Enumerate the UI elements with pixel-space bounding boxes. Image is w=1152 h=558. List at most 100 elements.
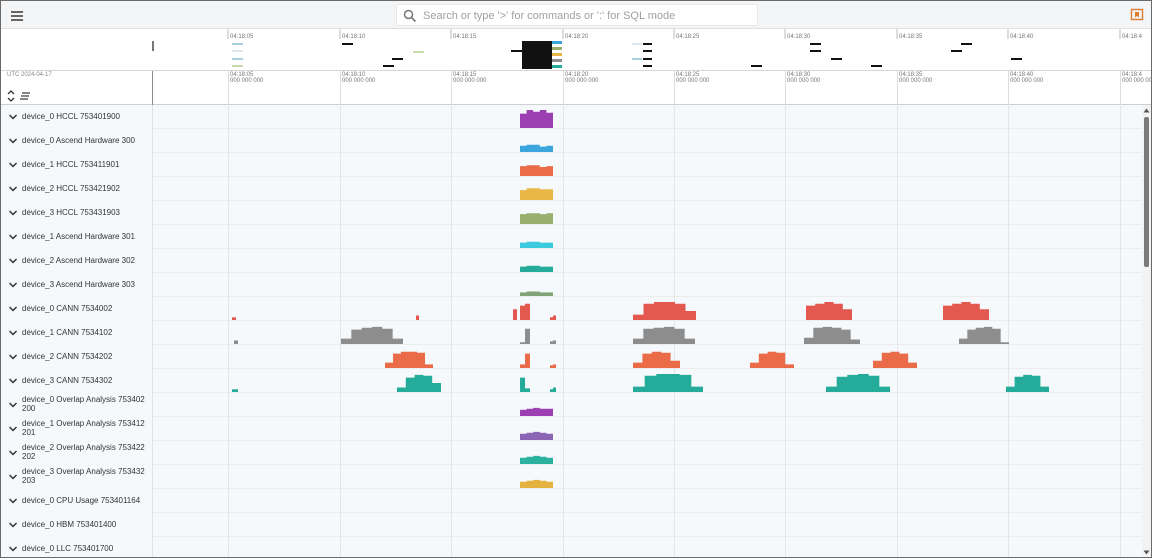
- overview-canvas[interactable]: 04:18:05 04:18:10 04:18:15 04:18:20 04:18:25…: [1, 29, 1151, 71]
- counter-area[interactable]: [633, 374, 703, 392]
- track-row[interactable]: device_1 Overlap Analysis 753412201: [1, 417, 1142, 441]
- track-row[interactable]: device_2 HCCL 753421902: [1, 177, 1142, 201]
- chevron-down-icon[interactable]: [8, 160, 18, 170]
- counter-area[interactable]: [520, 377, 530, 392]
- counter-area[interactable]: [1006, 374, 1049, 392]
- track-row[interactable]: device_0 Ascend Hardware 300: [1, 129, 1142, 153]
- track-shell[interactable]: device_1 Overlap Analysis 753412201: [1, 417, 153, 441]
- chevron-down-icon[interactable]: [8, 520, 18, 530]
- track-row[interactable]: device_2 CANN 7534202: [1, 345, 1142, 369]
- counter-area[interactable]: [550, 364, 556, 368]
- counter-area[interactable]: [806, 302, 852, 320]
- track-row[interactable]: device_3 CANN 7534302: [1, 369, 1142, 393]
- chevron-down-icon[interactable]: [8, 352, 18, 362]
- chevron-down-icon[interactable]: [8, 256, 18, 266]
- track-shell[interactable]: device_0 HBM 753401400: [1, 513, 153, 537]
- counter-area[interactable]: [385, 351, 433, 368]
- counter-area[interactable]: [633, 326, 695, 344]
- chevron-down-icon[interactable]: [8, 472, 18, 482]
- track-row[interactable]: device_0 HBM 753401400: [1, 513, 1142, 537]
- track-shell[interactable]: device_2 Ascend Hardware 302: [1, 249, 153, 273]
- counter-area[interactable]: [397, 374, 441, 392]
- counter-area[interactable]: [232, 317, 236, 320]
- counter-area[interactable]: [633, 351, 680, 368]
- track-row[interactable]: device_1 Ascend Hardware 301: [1, 225, 1142, 249]
- track-row[interactable]: device_0 LLC 753401700: [1, 537, 1142, 557]
- counter-area[interactable]: [550, 387, 556, 393]
- chevron-down-icon[interactable]: [8, 328, 18, 338]
- chevron-down-icon[interactable]: [8, 424, 18, 434]
- counter-area[interactable]: [520, 291, 553, 297]
- omnibox[interactable]: [396, 4, 758, 26]
- counter-area[interactable]: [520, 144, 553, 152]
- counter-area[interactable]: [520, 455, 553, 464]
- scroll-up-icon[interactable]: [1143, 107, 1150, 114]
- counter-area[interactable]: [232, 389, 238, 392]
- chevron-down-icon[interactable]: [8, 184, 18, 194]
- track-row[interactable]: device_3 Overlap Analysis 753432203: [1, 465, 1142, 489]
- overview-timeline[interactable]: 04:18:05 04:18:10 04:18:15 04:18:20 04:18:25…: [1, 29, 1151, 71]
- track-shell[interactable]: device_3 CANN 7534302: [1, 369, 153, 393]
- track-shell[interactable]: device_0 Ascend Hardware 300: [1, 129, 153, 153]
- track-shell[interactable]: device_0 CANN 7534002: [1, 297, 153, 321]
- track-shell[interactable]: device_1 CANN 7534102: [1, 321, 153, 345]
- track-row[interactable]: device_0 HCCL 753401900: [1, 105, 1142, 129]
- counter-area[interactable]: [520, 303, 530, 320]
- track-row[interactable]: device_0 CANN 7534002: [1, 297, 1142, 321]
- counter-area[interactable]: [943, 302, 989, 320]
- counter-area[interactable]: [804, 326, 860, 344]
- chevron-down-icon[interactable]: [8, 496, 18, 506]
- counter-area[interactable]: [750, 351, 794, 368]
- counter-area[interactable]: [520, 353, 530, 368]
- track-shell[interactable]: device_2 HCCL 753421902: [1, 177, 153, 201]
- track-shell[interactable]: device_2 Overlap Analysis 753422202: [1, 441, 153, 465]
- bookmark-icon[interactable]: [1130, 8, 1144, 22]
- track-shell[interactable]: device_1 HCCL 753411901: [1, 153, 153, 177]
- counter-area[interactable]: [520, 407, 553, 416]
- chevron-down-icon[interactable]: [8, 304, 18, 314]
- counter-area[interactable]: [520, 431, 553, 440]
- search-input[interactable]: [423, 7, 753, 25]
- track-row[interactable]: device_2 Overlap Analysis 753422202: [1, 441, 1142, 465]
- track-row[interactable]: device_3 Ascend Hardware 303: [1, 273, 1142, 297]
- track-row[interactable]: device_1 CANN 7534102: [1, 321, 1142, 345]
- counter-area[interactable]: [520, 110, 553, 128]
- vertical-scrollbar[interactable]: [1142, 105, 1151, 557]
- counter-area[interactable]: [959, 326, 1009, 344]
- track-row[interactable]: device_0 CPU Usage 753401164: [1, 489, 1142, 513]
- chevron-down-icon[interactable]: [8, 448, 18, 458]
- track-shell[interactable]: device_0 CPU Usage 753401164: [1, 489, 153, 513]
- chevron-down-icon[interactable]: [8, 400, 18, 410]
- counter-area[interactable]: [520, 328, 530, 344]
- counter-area[interactable]: [873, 351, 917, 368]
- track-shell[interactable]: device_0 LLC 753401700: [1, 537, 153, 557]
- counter-area[interactable]: [234, 340, 238, 344]
- hamburger-menu-icon[interactable]: [10, 7, 26, 23]
- chevron-down-icon[interactable]: [8, 208, 18, 218]
- track-row[interactable]: device_1 HCCL 753411901: [1, 153, 1142, 177]
- counter-area[interactable]: [513, 309, 517, 320]
- chevron-down-icon[interactable]: [8, 232, 18, 242]
- chevron-down-icon[interactable]: [8, 112, 18, 122]
- track-shell[interactable]: device_3 HCCL 753431903: [1, 201, 153, 225]
- scroll-down-icon[interactable]: [1143, 549, 1150, 556]
- track-row[interactable]: device_2 Ascend Hardware 302: [1, 249, 1142, 273]
- chevron-down-icon[interactable]: [8, 136, 18, 146]
- chevron-down-icon[interactable]: [8, 376, 18, 386]
- track-shell[interactable]: device_3 Overlap Analysis 753432203: [1, 465, 153, 489]
- track-row[interactable]: device_3 HCCL 753431903: [1, 201, 1142, 225]
- sort-lines-icon[interactable]: [19, 91, 31, 101]
- counter-area[interactable]: [826, 374, 890, 392]
- counter-area[interactable]: [520, 479, 553, 488]
- counter-area[interactable]: [416, 315, 419, 321]
- expand-collapse-icon[interactable]: [6, 89, 16, 103]
- scrollbar-thumb[interactable]: [1144, 117, 1149, 267]
- track-shell[interactable]: device_3 Ascend Hardware 303: [1, 273, 153, 297]
- counter-area[interactable]: [520, 188, 553, 200]
- track-shell[interactable]: device_2 CANN 7534202: [1, 345, 153, 369]
- counter-area[interactable]: [633, 302, 696, 320]
- track-list[interactable]: device_0 HCCL 753401900 device_0 Ascend …: [1, 105, 1151, 557]
- counter-area[interactable]: [550, 315, 556, 321]
- counter-area[interactable]: [520, 241, 553, 248]
- track-row[interactable]: device_0 Overlap Analysis 753402200: [1, 393, 1142, 417]
